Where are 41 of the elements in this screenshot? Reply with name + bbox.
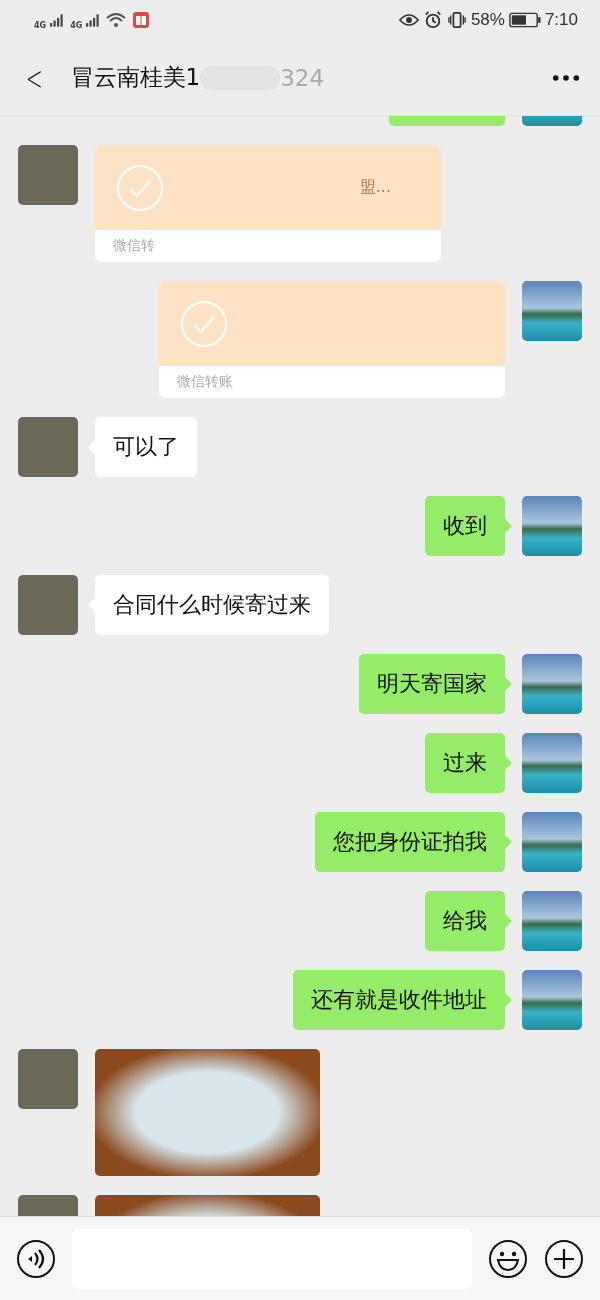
- chat-title: 冒云南桂美1: [70, 63, 201, 92]
- avatar-photo-placeholder[interactable]: [522, 496, 582, 556]
- back-button[interactable]: <: [25, 57, 43, 98]
- avatar-photo-placeholder[interactable]: [522, 812, 582, 872]
- network-label: 4G: [34, 20, 47, 30]
- transfer-card[interactable]: 盟... 微信转: [95, 145, 441, 262]
- avatar-photo-placeholder[interactable]: [522, 970, 582, 1030]
- transfer-card[interactable]: 微信转账: [159, 281, 505, 398]
- transfer-note: 盟...: [359, 177, 391, 198]
- message-bubble: 明天寄国家: [359, 654, 505, 714]
- message-bubble: 您把身份证拍我: [315, 812, 505, 872]
- message-bubble: 还有就是收件地址: [293, 970, 505, 1030]
- plus-icon[interactable]: [544, 1238, 584, 1279]
- wifi-icon: [106, 12, 127, 28]
- signal-icon: [50, 13, 65, 27]
- avatar-photo-placeholder[interactable]: [522, 733, 582, 793]
- clock-time: 7:10: [544, 10, 578, 30]
- message-bubble: 过来: [425, 733, 505, 793]
- avatar-photo-placeholder[interactable]: [522, 891, 582, 951]
- check-circle-icon: [115, 162, 165, 213]
- avatar-photo-placeholder[interactable]: [522, 281, 582, 341]
- message-bubble: 可以了: [95, 417, 197, 477]
- signal-icon: [86, 13, 101, 27]
- photo-placeholder[interactable]: [95, 1049, 320, 1176]
- transfer-label: 微信转账: [177, 373, 233, 391]
- check-circle-icon: [179, 298, 229, 349]
- chat-title-end: 324: [280, 64, 325, 91]
- book-app-icon: [133, 12, 150, 28]
- avatar-photo-placeholder[interactable]: [522, 654, 582, 714]
- eye-icon: [398, 11, 419, 29]
- voice-icon[interactable]: [16, 1238, 56, 1279]
- more-icon[interactable]: [552, 73, 580, 82]
- vibrate-icon: [446, 11, 467, 29]
- message-bubble: 合同什么时候寄过来: [95, 575, 329, 635]
- emoji-icon[interactable]: [488, 1238, 528, 1279]
- battery-percent: 58%: [470, 10, 505, 30]
- network-label: 4G: [70, 20, 83, 30]
- message-bubble: 给我: [425, 891, 505, 951]
- transfer-label: 微信转: [113, 237, 155, 255]
- message-bubble: 收到: [425, 496, 505, 556]
- battery-icon: [508, 12, 541, 28]
